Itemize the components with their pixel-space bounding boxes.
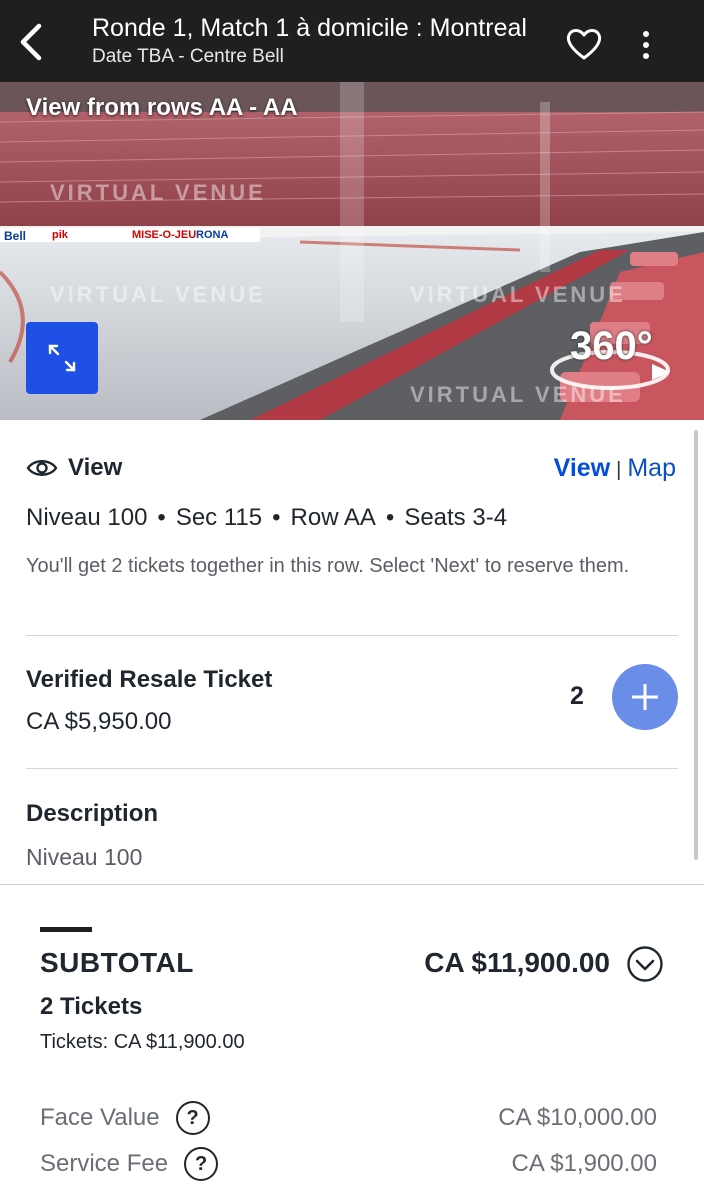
row: Row AA: [290, 504, 376, 531]
favorite-button[interactable]: [562, 20, 606, 68]
tickets-subtotal-line: Tickets: CA $11,900.00: [40, 1031, 245, 1053]
subtotal-amount: CA $11,900.00: [424, 947, 610, 978]
board-ad: RONA: [196, 229, 229, 241]
face-value-label: Face Value: [40, 1104, 160, 1131]
service-fee-row: Service Fee ? CA $1,900.00: [40, 1147, 660, 1181]
scrollbar[interactable]: [694, 430, 698, 860]
event-subtitle: Date TBA - Centre Bell: [92, 46, 284, 67]
eye-icon: [26, 460, 58, 476]
venue-watermark: VIRTUAL VENUE: [410, 282, 626, 307]
view-heading-label: View: [68, 454, 123, 481]
venue-watermark: VIRTUAL VENUE: [50, 282, 266, 307]
face-value-row: Face Value ? CA $10,000.00: [40, 1101, 660, 1135]
tickets-count: 2 Tickets: [40, 993, 143, 1020]
subtotal-panel: SUBTOTAL CA $11,900.00 2 Tickets Tickets…: [0, 884, 704, 1199]
help-icon[interactable]: ?: [175, 1101, 210, 1135]
view-caption: View from rows AA - AA: [26, 94, 298, 121]
divider: [26, 635, 678, 636]
seat-location: Niveau 100 • Sec 115 • Row AA • Seats 3-4: [26, 504, 507, 532]
seat-view-image[interactable]: Bell pik MISE-O-JEU RONA VIRTUAL VENUE V…: [0, 82, 704, 420]
ticket-type: Verified Resale Ticket: [26, 666, 273, 693]
ticket-price: CA $5,950.00: [26, 708, 172, 735]
top-bar: Ronde 1, Match 1 à domicile : Montreal D…: [0, 0, 704, 82]
360-view-button[interactable]: 360°: [548, 320, 678, 400]
expand-subtotal-button[interactable]: [626, 945, 664, 983]
description-title: Description: [26, 800, 159, 827]
vertical-dots-icon: [643, 31, 649, 59]
service-fee-amount: CA $1,900.00: [511, 1150, 657, 1177]
bullet: •: [272, 504, 281, 531]
service-fee-label: Service Fee: [40, 1150, 169, 1177]
face-value-amount: CA $10,000.00: [498, 1104, 657, 1131]
level: Niveau 100: [26, 504, 148, 531]
view-map-toggle: View | Map: [554, 454, 676, 483]
expand-arrows-icon: [48, 344, 76, 372]
event-titles: Ronde 1, Match 1 à domicile : Montreal D…: [92, 12, 552, 69]
back-button[interactable]: [6, 14, 54, 70]
ticket-quantity: 2: [570, 682, 584, 710]
drag-handle[interactable]: [40, 927, 92, 932]
more-options-button[interactable]: [628, 22, 664, 68]
toggle-view[interactable]: View: [554, 454, 611, 482]
bullet: •: [157, 504, 166, 531]
help-icon[interactable]: ?: [184, 1147, 219, 1181]
increase-quantity-button[interactable]: [612, 664, 678, 730]
description-text: Niveau 100: [26, 844, 143, 870]
seat-note: You'll get 2 tickets together in this ro…: [26, 555, 630, 577]
divider: [26, 768, 678, 769]
heart-icon: [566, 29, 602, 60]
360-label: 360°: [570, 324, 653, 368]
chevron-left-icon: [20, 23, 42, 61]
board-ad: pik: [52, 229, 68, 241]
bullet: •: [385, 504, 395, 531]
toggle-map[interactable]: Map: [627, 454, 676, 482]
venue-watermark: VIRTUAL VENUE: [50, 180, 266, 205]
expand-button[interactable]: [26, 322, 98, 394]
subtotal-label: SUBTOTAL: [40, 947, 194, 978]
board-ad: MISE-O-JEU: [132, 229, 197, 241]
section: Sec 115: [175, 504, 263, 531]
board-ad: Bell: [4, 229, 27, 243]
event-title: Ronde 1, Match 1 à domicile : Montreal: [92, 14, 527, 42]
seats: Seats 3-4: [404, 504, 508, 531]
chevron-down-circle-icon: [627, 946, 663, 982]
toggle-separator: |: [616, 459, 622, 481]
plus-icon: [632, 684, 658, 710]
view-heading: View: [26, 454, 122, 482]
